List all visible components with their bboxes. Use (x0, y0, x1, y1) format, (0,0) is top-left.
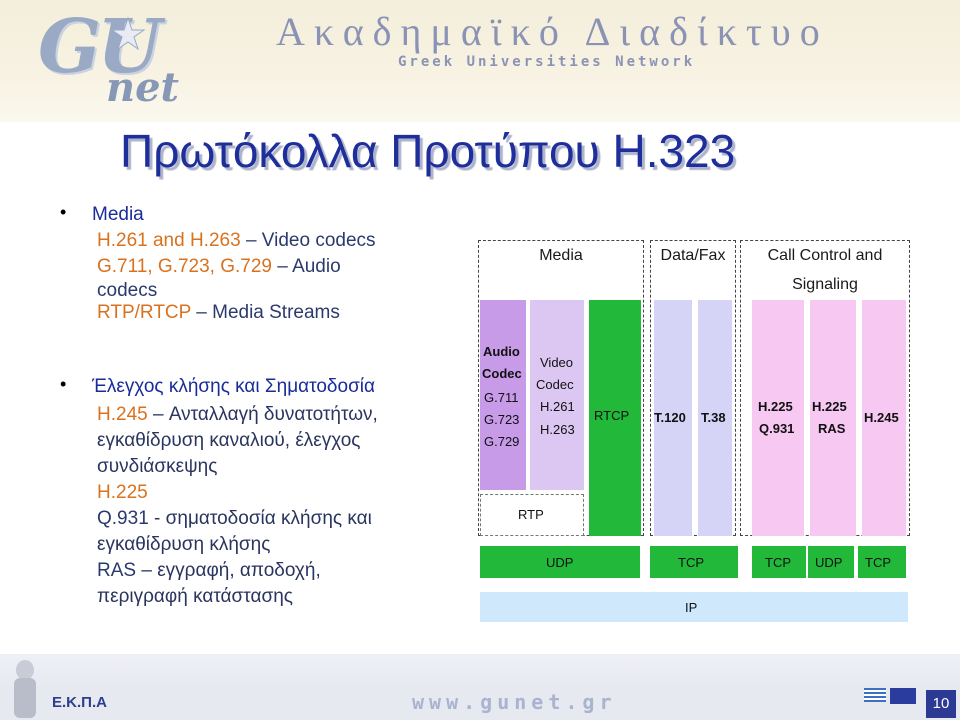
audio-codec-label-2: Codec (482, 366, 522, 381)
banner-subtitle: Greek Universities Network (398, 54, 696, 70)
logo-star-icon (110, 16, 146, 51)
gunet-logo: GU net (18, 4, 203, 118)
slide-title: Πρωτόκολλα Προτύπου H.323 (120, 125, 736, 177)
code-text: RAS (97, 560, 137, 581)
call-line-3: συνδιάσκεψης (97, 456, 218, 477)
udp-call-label: UDP (815, 555, 843, 570)
h225-ras-label-a: H.225 (812, 399, 847, 414)
call-heading: Έλεγχος κλήσης και Σηματοδοσία (92, 376, 376, 397)
call-line-2: εγκαθίδρυση καναλιού, έλεγχος (97, 430, 361, 451)
media-line-1: H.261 and H.263 – Video codecs (97, 230, 376, 252)
video-h261: H.261 (540, 399, 575, 414)
call-column-label-2: Signaling (792, 276, 858, 293)
h245-label: H.245 (864, 410, 899, 425)
media-line-2: G.711, G.723, G.729 – Audio (97, 256, 341, 278)
video-codec-box (530, 300, 584, 490)
logo-sub-text: net (106, 64, 180, 111)
desc-text: - σηματοδοσία κλήσης και (154, 508, 372, 529)
h225-ras-label-b: RAS (818, 421, 846, 436)
page-number: 10 (926, 690, 956, 718)
video-codec-label-1: Video (540, 355, 574, 370)
t120-label: T.120 (654, 410, 686, 425)
h225-ras-box (810, 300, 856, 536)
h225-q931-box (752, 300, 804, 536)
rtp-label: RTP (518, 507, 544, 522)
tcp-call1-label: TCP (765, 555, 791, 570)
eu-flag-icon (890, 688, 916, 704)
code-text: Q.931 (97, 508, 149, 529)
desc-text: – Ανταλλαγή δυνατοτήτων, (152, 404, 378, 425)
call-line-4: H.225 (97, 482, 148, 503)
banner-title: Ακαδημαϊκό Διαδίκτυο (276, 9, 829, 54)
media-line-3: codecs (97, 280, 158, 301)
bullet-dot: • (60, 202, 67, 222)
call-line-1: H.245 – Ανταλλαγή δυνατοτήτων, (97, 404, 378, 426)
ip-label: IP (685, 600, 698, 615)
footer-url[interactable]: www.gunet.gr (412, 690, 617, 714)
t38-label: T.38 (701, 410, 726, 425)
video-codec-label-2: Codec (536, 377, 574, 392)
desc-text: – Audio (277, 256, 341, 277)
rtcp-label: RTCP (594, 408, 630, 423)
desc-text: – Video codecs (245, 230, 376, 251)
call-line-7: RAS – εγγραφή, αποδοχή, (97, 560, 321, 582)
footer-org: Ε.Κ.Π.Α (52, 694, 108, 711)
greek-flag-icon (864, 688, 886, 702)
audio-g729: G.729 (484, 434, 520, 449)
desc-text: – εγγραφή, αποδοχή, (141, 560, 321, 581)
code-text: H.245 (97, 404, 148, 425)
call-column-label-1: Call Control and (767, 247, 883, 264)
media-column-label: Media (539, 247, 583, 264)
tcp-data-label: TCP (678, 555, 704, 570)
h225-q931-label-a: H.225 (758, 399, 793, 414)
datafax-column-label: Data/Fax (660, 247, 726, 264)
h225-q931-label-b: Q.931 (759, 421, 795, 436)
media-line-4: RTP/RTCP – Media Streams (97, 302, 340, 324)
code-text: H.261 and H.263 (97, 230, 241, 251)
call-line-5: Q.931 - σηματοδοσία κλήσης και (97, 508, 372, 530)
udp-media-label: UDP (546, 555, 574, 570)
athena-statue-icon (14, 660, 36, 718)
code-text: RTP/RTCP (97, 302, 191, 323)
call-line-8: περιγραφή κατάστασης (97, 586, 293, 607)
code-text: G.711, G.723, G.729 (97, 256, 272, 277)
header-banner: GU net Ακαδημαϊκό Διαδίκτυο Greek Univer… (0, 0, 960, 122)
media-heading: Media (92, 204, 144, 225)
audio-g711: G.711 (484, 390, 519, 405)
bullet-dot: • (60, 374, 67, 394)
audio-g723: G.723 (484, 412, 520, 427)
audio-codec-label-1: Audio (483, 344, 520, 359)
call-line-6: εγκαθίδρυση κλήσης (97, 534, 271, 555)
video-h263: H.263 (540, 422, 575, 437)
desc-text: – Media Streams (196, 302, 340, 323)
tcp-call2-label: TCP (865, 555, 891, 570)
